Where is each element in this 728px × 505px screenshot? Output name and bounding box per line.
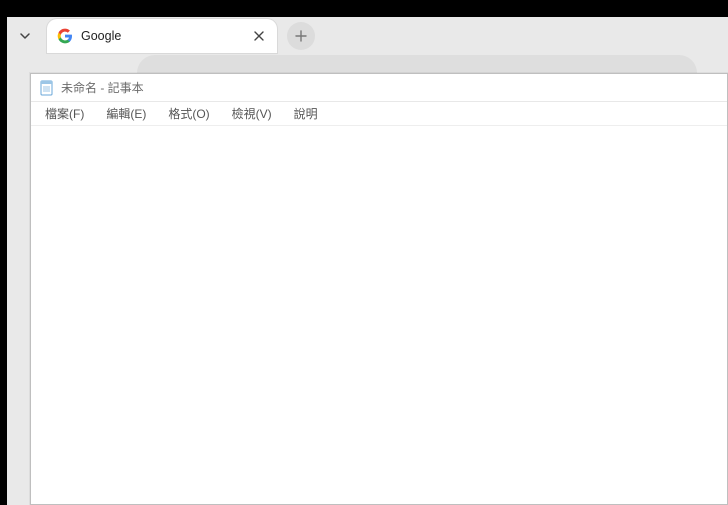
browser-tabstrip: Google [7,17,728,55]
chevron-down-icon [19,30,31,42]
notepad-menubar: 檔案(F) 編輯(E) 格式(O) 檢視(V) 說明 [31,102,727,126]
browser-toolbar-partial [7,55,728,73]
browser-tab-title: Google [81,29,251,43]
black-left-strip [0,17,7,505]
plus-icon [295,30,307,42]
google-favicon-icon [57,28,73,44]
notepad-window: 未命名 - 記事本 檔案(F) 編輯(E) 格式(O) 檢視(V) 說明 [30,73,728,505]
menu-file[interactable]: 檔案(F) [37,103,92,124]
menu-edit[interactable]: 編輯(E) [98,103,154,124]
browser-tab[interactable]: Google [47,19,277,53]
close-icon [254,31,264,41]
tablist-dropdown-button[interactable] [13,24,37,48]
menu-format[interactable]: 格式(O) [160,103,217,124]
black-top-bar [0,0,728,17]
notepad-titlebar[interactable]: 未命名 - 記事本 [31,74,727,102]
menu-view[interactable]: 檢視(V) [224,103,280,124]
notepad-text-area[interactable] [31,126,727,504]
menu-help[interactable]: 說明 [286,103,326,124]
tab-close-button[interactable] [251,28,267,44]
browser-chrome: Google [7,17,728,73]
notepad-app-icon [39,80,55,96]
new-tab-button[interactable] [287,22,315,50]
omnibox-partial[interactable] [137,55,697,73]
notepad-title: 未命名 - 記事本 [61,79,144,96]
